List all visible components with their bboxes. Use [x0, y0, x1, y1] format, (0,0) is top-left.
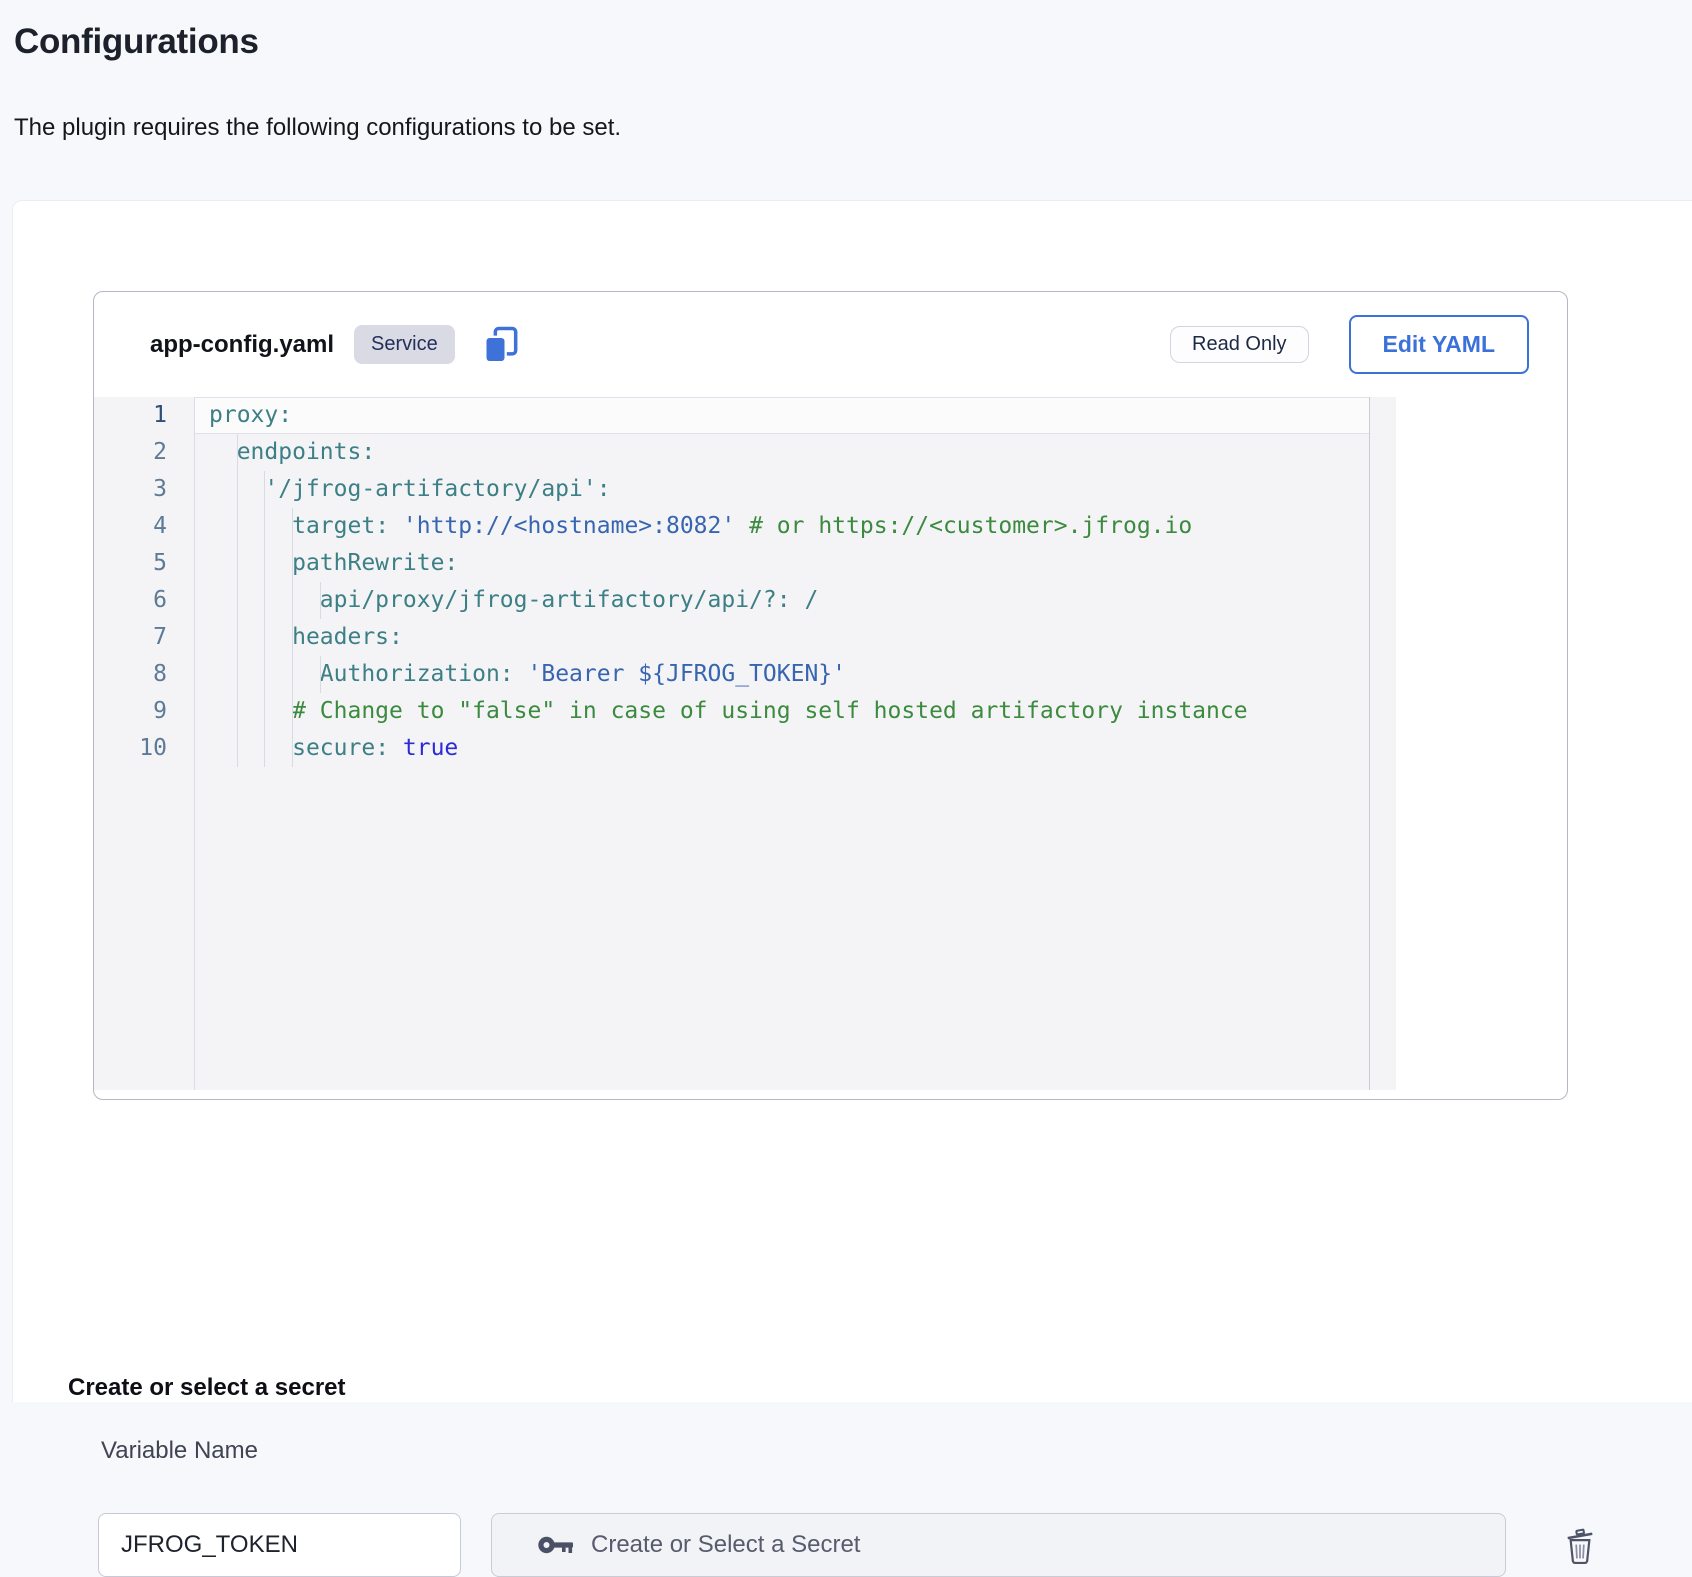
- indent-guide: [320, 582, 321, 619]
- code-line-content: endpoints:: [195, 434, 1369, 471]
- indent-guide: [292, 508, 293, 545]
- service-badge: Service: [354, 325, 455, 364]
- code-line[interactable]: 2 endpoints:: [94, 434, 1369, 471]
- line-number: 4: [94, 508, 195, 545]
- code-line[interactable]: 7 headers:: [94, 619, 1369, 656]
- code-line-content: '/jfrog-artifactory/api':: [195, 471, 1369, 508]
- line-number: 3: [94, 471, 195, 508]
- gutter-divider: [194, 397, 195, 1090]
- secret-select-placeholder: Create or Select a Secret: [591, 1531, 860, 1559]
- code-line[interactable]: 9 # Change to "false" in case of using s…: [94, 693, 1369, 730]
- indent-guide: [292, 656, 293, 693]
- variable-name-label: Variable Name: [101, 1437, 258, 1465]
- code-line-content: pathRewrite:: [195, 545, 1369, 582]
- yaml-editor-card: app-config.yaml Service Read Only Edit Y…: [93, 291, 1568, 1100]
- indent-guide: [292, 582, 293, 619]
- indent-guide: [320, 656, 321, 693]
- read-only-badge: Read Only: [1170, 326, 1309, 363]
- indent-guide: [237, 545, 238, 582]
- line-number: 6: [94, 582, 195, 619]
- code-lines: 1proxy:2 endpoints:3 '/jfrog-artifactory…: [94, 397, 1396, 767]
- line-number: 2: [94, 434, 195, 471]
- edit-yaml-button[interactable]: Edit YAML: [1349, 315, 1529, 374]
- indent-guide: [264, 471, 265, 508]
- editor-scrollbar[interactable]: [1369, 397, 1396, 1090]
- indent-guide: [292, 730, 293, 767]
- yaml-code-editor[interactable]: 1proxy:2 endpoints:3 '/jfrog-artifactory…: [94, 397, 1396, 1090]
- trash-icon: [1562, 1527, 1598, 1565]
- code-line[interactable]: 5 pathRewrite:: [94, 545, 1369, 582]
- indent-guide: [237, 582, 238, 619]
- indent-guide: [264, 619, 265, 656]
- code-line-content: Authorization: 'Bearer ${JFROG_TOKEN}': [195, 656, 1369, 693]
- indent-guide: [264, 582, 265, 619]
- code-line-content: target: 'http://<hostname>:8082' # or ht…: [195, 508, 1369, 545]
- copy-icon[interactable]: [481, 324, 521, 366]
- page-subtitle: The plugin requires the following config…: [14, 114, 621, 142]
- content-panel: app-config.yaml Service Read Only Edit Y…: [12, 200, 1692, 1402]
- indent-guide: [237, 693, 238, 730]
- indent-guide: [292, 619, 293, 656]
- line-number: 5: [94, 545, 195, 582]
- code-line[interactable]: 1proxy:: [94, 397, 1369, 434]
- code-line[interactable]: 4 target: 'http://<hostname>:8082' # or …: [94, 508, 1369, 545]
- indent-guide: [264, 545, 265, 582]
- code-line-content: api/proxy/jfrog-artifactory/api/?: /: [195, 582, 1369, 619]
- indent-guide: [264, 730, 265, 767]
- indent-guide: [292, 545, 293, 582]
- line-number: 1: [94, 397, 195, 434]
- indent-guide: [264, 693, 265, 730]
- variable-name-input[interactable]: [98, 1513, 461, 1577]
- line-number: 8: [94, 656, 195, 693]
- config-filename: app-config.yaml: [150, 331, 334, 359]
- line-number: 10: [94, 730, 195, 767]
- indent-guide: [237, 508, 238, 545]
- delete-secret-button[interactable]: [1557, 1523, 1603, 1569]
- code-line-content: secure: true: [195, 730, 1369, 767]
- code-line-content: headers:: [195, 619, 1369, 656]
- indent-guide: [237, 730, 238, 767]
- code-line[interactable]: 6 api/proxy/jfrog-artifactory/api/?: /: [94, 582, 1369, 619]
- code-line[interactable]: 10 secure: true: [94, 730, 1369, 767]
- secret-section-heading: Create or select a secret: [68, 1374, 346, 1402]
- line-number: 9: [94, 693, 195, 730]
- indent-guide: [237, 656, 238, 693]
- indent-guide: [237, 434, 238, 471]
- indent-guide: [237, 619, 238, 656]
- page-title: Configurations: [14, 22, 259, 62]
- code-line-content: proxy:: [195, 397, 1369, 434]
- line-number: 7: [94, 619, 195, 656]
- secret-select-field[interactable]: Create or Select a Secret: [491, 1513, 1506, 1577]
- indent-guide: [292, 693, 293, 730]
- key-icon: [537, 1533, 574, 1557]
- code-line[interactable]: 8 Authorization: 'Bearer ${JFROG_TOKEN}': [94, 656, 1369, 693]
- indent-guide: [264, 508, 265, 545]
- indent-guide: [264, 656, 265, 693]
- code-line-content: # Change to "false" in case of using sel…: [195, 693, 1369, 730]
- indent-guide: [237, 471, 238, 508]
- code-line[interactable]: 3 '/jfrog-artifactory/api':: [94, 471, 1369, 508]
- editor-card-header: app-config.yaml Service Read Only Edit Y…: [94, 292, 1567, 397]
